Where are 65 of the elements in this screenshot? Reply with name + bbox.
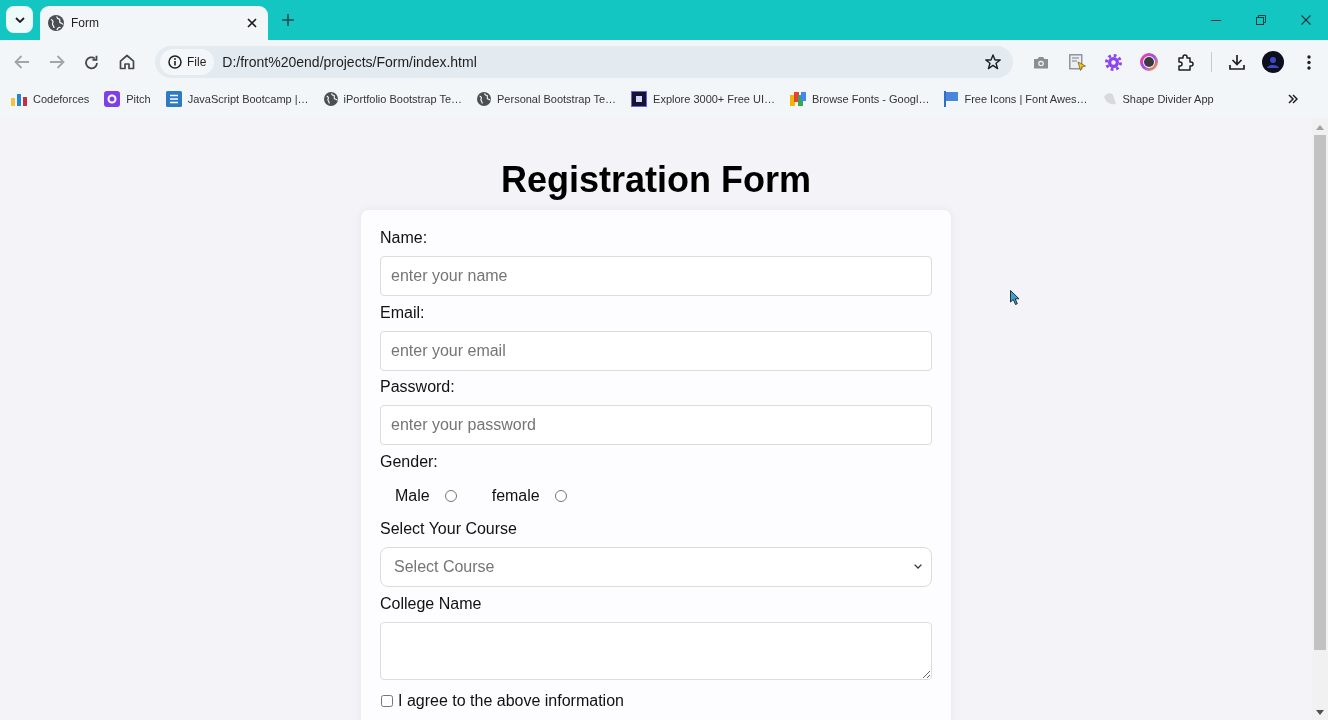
- double-chevron-icon[interactable]: [1288, 94, 1298, 104]
- field-label: Select Your Course: [380, 519, 517, 538]
- bookmark[interactable]: Browse Fonts - Googl…: [784, 86, 936, 112]
- bookmark[interactable]: Free Icons | Font Awes…: [938, 86, 1094, 112]
- radio-label: Male: [395, 486, 430, 505]
- radio-label: female: [491, 486, 540, 505]
- cursor-icon: [1010, 290, 1020, 305]
- bookmark[interactable]: iPortfolio Bootstrap Te…: [317, 86, 468, 112]
- download-icon[interactable]: [1229, 54, 1245, 70]
- camera-icon[interactable]: [1033, 55, 1049, 69]
- lines-tile-icon: [165, 91, 182, 107]
- browser-tab[interactable]: Form: [40, 6, 268, 40]
- down-arrow-icon[interactable]: [1316, 710, 1324, 715]
- restore-icon[interactable]: [1255, 15, 1266, 25]
- scrollbar[interactable]: [1312, 118, 1328, 720]
- radio-button[interactable]: [444, 489, 457, 502]
- field-label: College Name: [380, 594, 482, 613]
- gear-icon[interactable]: [1104, 53, 1122, 71]
- ring-icon[interactable]: [1140, 53, 1158, 71]
- checkbox-label: I agree to the above information: [398, 691, 624, 710]
- url-text: D:/front%20end/projects/Form/index.html: [222, 54, 477, 70]
- bookmark[interactable]: Shape Divider App: [1096, 86, 1220, 112]
- globe-icon: [48, 15, 64, 31]
- bookmark[interactable]: Personal Bootstrap Te…: [471, 86, 623, 112]
- tab-search-button[interactable]: [6, 6, 33, 33]
- page-cursor-icon[interactable]: [1068, 53, 1086, 71]
- shape-icon: [1102, 92, 1117, 106]
- home-icon[interactable]: [118, 54, 135, 70]
- address-bar[interactable]: File D:/front%20end/projects/Form/index.html: [155, 46, 1013, 78]
- field-label: Email:: [380, 303, 425, 322]
- bookmark[interactable]: Pitch: [98, 86, 157, 112]
- field-label: Name:: [380, 229, 428, 247]
- bookmark[interactable]: JavaScript Bootcamp |…: [159, 86, 315, 112]
- globe-icon: [477, 92, 491, 106]
- scrollbar-thumb[interactable]: [1314, 135, 1326, 650]
- chevron-down-icon: [14, 16, 25, 23]
- plus-icon[interactable]: [282, 14, 294, 26]
- star-icon[interactable]: [985, 54, 1001, 70]
- avatar-icon[interactable]: [1262, 51, 1284, 73]
- field-label: Gender:: [380, 452, 438, 471]
- reload-icon[interactable]: [84, 54, 99, 70]
- bar-chart-icon: [11, 92, 27, 106]
- bookmark[interactable]: Codeforces: [5, 86, 96, 112]
- ring-tile-icon: [104, 91, 121, 107]
- minimize-icon[interactable]: [1210, 19, 1221, 21]
- site-info-button[interactable]: File: [160, 49, 215, 75]
- blocks-icon: [790, 92, 807, 106]
- square-tile-icon: [631, 91, 648, 107]
- menu-icon[interactable]: [1307, 54, 1311, 70]
- page-title: Registration Form: [501, 159, 811, 201]
- chevron-down-icon: [914, 564, 922, 569]
- checkbox[interactable]: [381, 694, 393, 707]
- bookmark[interactable]: Explore 3000+ Free UI…: [625, 86, 782, 112]
- globe-icon: [323, 92, 338, 106]
- select-field[interactable]: Select Course: [380, 546, 932, 587]
- flag-icon: [944, 91, 959, 107]
- puzzle-icon[interactable]: [1176, 53, 1194, 71]
- close-icon[interactable]: [247, 18, 257, 28]
- input-field[interactable]: enter your password: [380, 405, 932, 445]
- input-field[interactable]: enter your name: [380, 256, 932, 296]
- close-icon[interactable]: [1300, 15, 1311, 25]
- info-icon: [168, 55, 182, 69]
- radio-button[interactable]: [554, 489, 567, 502]
- input-field[interactable]: enter your email: [380, 330, 932, 371]
- field-label: Password:: [380, 378, 455, 396]
